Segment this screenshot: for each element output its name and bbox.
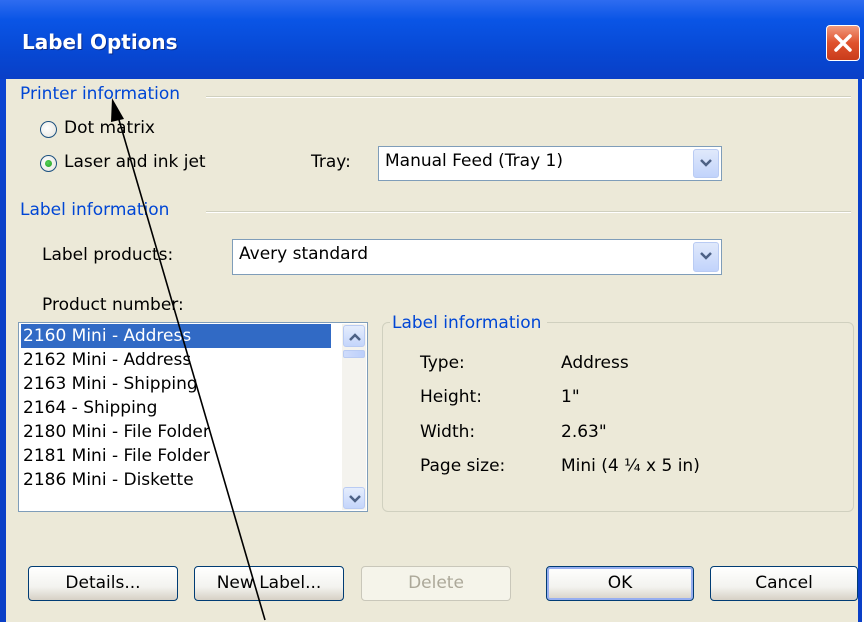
delete-button[interactable]: Delete bbox=[361, 566, 511, 601]
scroll-thumb[interactable] bbox=[343, 350, 365, 358]
label-products-select[interactable]: Avery standard bbox=[232, 239, 722, 275]
tray-dropdown-button[interactable] bbox=[693, 149, 719, 178]
tray-select[interactable]: Manual Feed (Tray 1) bbox=[378, 146, 722, 181]
chevron-down-icon bbox=[700, 159, 712, 167]
new-label-button[interactable]: New Label... bbox=[194, 566, 344, 601]
info-width-key: Width: bbox=[420, 422, 476, 442]
title-bar: Label Options bbox=[0, 0, 864, 79]
list-item[interactable]: 2164 - Shipping bbox=[21, 396, 331, 420]
tray-label: Tray: bbox=[311, 152, 351, 172]
radio-laser-ink-jet-label[interactable]: Laser and ink jet bbox=[64, 152, 206, 172]
list-item[interactable]: 2163 Mini - Shipping bbox=[21, 372, 331, 396]
info-type-value: Address bbox=[561, 353, 629, 373]
scroll-down-icon bbox=[349, 495, 361, 503]
info-type-key: Type: bbox=[420, 353, 465, 373]
printer-group-label: Printer information bbox=[20, 84, 187, 104]
radio-dot-matrix[interactable] bbox=[40, 121, 57, 138]
cancel-button[interactable]: Cancel bbox=[710, 566, 858, 601]
chevron-down-icon bbox=[700, 252, 712, 260]
info-height-key: Height: bbox=[420, 387, 482, 407]
radio-dot-matrix-label[interactable]: Dot matrix bbox=[64, 118, 155, 138]
info-width-value: 2.63" bbox=[561, 422, 607, 442]
label-products-dropdown-button[interactable] bbox=[693, 242, 719, 272]
scroll-down-button[interactable] bbox=[343, 487, 365, 509]
product-number-label: Product number: bbox=[42, 295, 184, 315]
list-item[interactable]: 2181 Mini - File Folder bbox=[21, 444, 331, 468]
close-button[interactable] bbox=[826, 25, 860, 61]
list-item[interactable]: 2180 Mini - File Folder bbox=[21, 420, 331, 444]
close-icon bbox=[834, 34, 852, 52]
label-group-label: Label information bbox=[20, 200, 176, 220]
printer-group-divider bbox=[206, 96, 851, 98]
list-scrollbar[interactable] bbox=[342, 324, 366, 510]
label-products-label: Label products: bbox=[42, 245, 174, 265]
radio-selected-dot bbox=[45, 160, 52, 167]
product-number-list[interactable]: 2160 Mini - Address 2162 Mini - Address … bbox=[18, 322, 368, 512]
label-options-dialog: Label Options Printer information Dot ma… bbox=[0, 0, 864, 622]
tray-select-value: Manual Feed (Tray 1) bbox=[385, 151, 563, 171]
ok-button[interactable]: OK bbox=[546, 566, 694, 601]
list-item[interactable]: 2186 Mini - Diskette bbox=[21, 468, 331, 492]
dialog-body: Printer information Dot matrix Laser and… bbox=[6, 79, 858, 622]
dialog-title: Label Options bbox=[22, 30, 178, 54]
label-info-panel-title: Label information bbox=[390, 313, 548, 333]
info-page-size-value: Mini (4 ¼ x 5 in) bbox=[561, 456, 700, 476]
label-products-value: Avery standard bbox=[239, 244, 369, 264]
info-page-size-key: Page size: bbox=[420, 456, 506, 476]
label-info-panel bbox=[382, 322, 854, 512]
list-item[interactable]: 2160 Mini - Address bbox=[21, 324, 331, 348]
details-button[interactable]: Details... bbox=[28, 566, 178, 601]
info-height-value: 1" bbox=[561, 387, 580, 407]
radio-laser-ink-jet[interactable] bbox=[40, 155, 57, 172]
scroll-up-button[interactable] bbox=[343, 325, 365, 347]
scroll-up-icon bbox=[349, 333, 361, 341]
label-group-divider bbox=[206, 211, 851, 213]
list-item[interactable]: 2162 Mini - Address bbox=[21, 348, 331, 372]
